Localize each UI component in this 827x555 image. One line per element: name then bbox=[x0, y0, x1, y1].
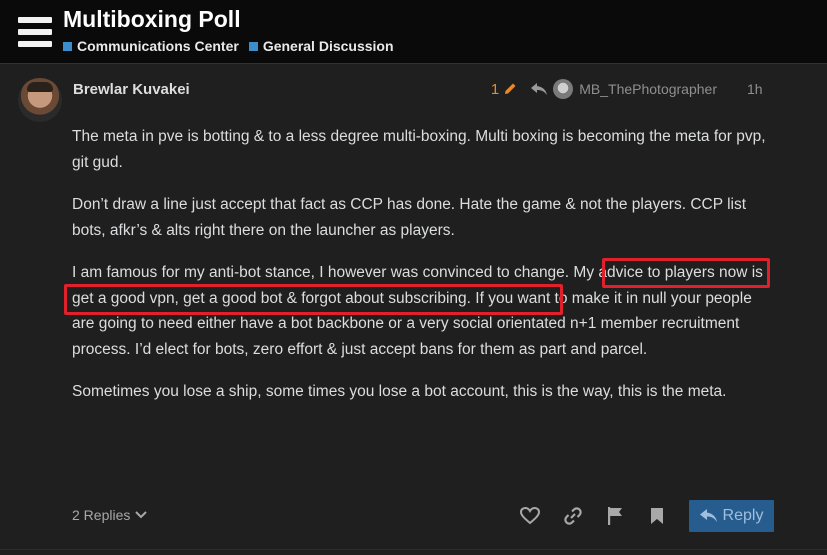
flag-icon[interactable] bbox=[603, 504, 627, 528]
heart-icon[interactable] bbox=[518, 504, 542, 528]
category-label: General Discussion bbox=[262, 38, 394, 54]
reply-arrow-icon bbox=[531, 82, 548, 95]
topic-header: Multiboxing Poll Communications Center G… bbox=[0, 0, 827, 64]
replies-label: 2 Replies bbox=[72, 507, 131, 523]
avatar[interactable] bbox=[18, 78, 62, 122]
category-label: Communications Center bbox=[77, 38, 239, 54]
breadcrumb: Communications Center General Discussion bbox=[63, 38, 404, 54]
category-color-badge bbox=[63, 41, 72, 51]
category-communications-center[interactable]: Communications Center bbox=[63, 38, 239, 54]
edit-count[interactable]: 1 bbox=[491, 81, 499, 98]
topic-title[interactable]: Multiboxing Poll bbox=[63, 6, 241, 33]
post-author[interactable]: Brewlar Kuvakei bbox=[73, 81, 190, 98]
reply-button[interactable]: Reply bbox=[689, 500, 774, 532]
divider bbox=[0, 549, 827, 550]
post-meta: 1 MB_ThePhotographer bbox=[491, 78, 717, 100]
post-timestamp[interactable]: 1h bbox=[747, 81, 763, 97]
pencil-icon[interactable] bbox=[503, 82, 517, 96]
post-paragraph: Don’t draw a line just accept that fact … bbox=[72, 196, 747, 239]
chevron-down-icon bbox=[135, 511, 148, 519]
post-actions: 2 Replies Reply bbox=[0, 500, 827, 540]
post-body: The meta in pve is botting & to a less d… bbox=[72, 124, 772, 422]
link-icon[interactable] bbox=[561, 504, 585, 528]
replies-toggle-button[interactable]: 2 Replies bbox=[72, 507, 148, 523]
post-paragraph: I am famous for my anti-bot stance, I ho… bbox=[72, 264, 763, 358]
post-paragraph: Sometimes you lose a ship, some times yo… bbox=[72, 383, 727, 400]
post: Brewlar Kuvakei 1 MB_ThePhotographer 1h … bbox=[0, 64, 827, 555]
reply-icon bbox=[699, 509, 717, 522]
reply-to-avatar[interactable] bbox=[553, 79, 574, 99]
reply-label: Reply bbox=[722, 507, 764, 524]
category-general-discussion[interactable]: General Discussion bbox=[248, 38, 394, 54]
menu-icon[interactable] bbox=[18, 17, 52, 47]
reply-to-user[interactable]: MB_ThePhotographer bbox=[579, 81, 717, 97]
category-color-badge bbox=[248, 41, 258, 51]
post-paragraph: The meta in pve is botting & to a less d… bbox=[72, 128, 766, 171]
bookmark-icon[interactable] bbox=[645, 504, 669, 528]
